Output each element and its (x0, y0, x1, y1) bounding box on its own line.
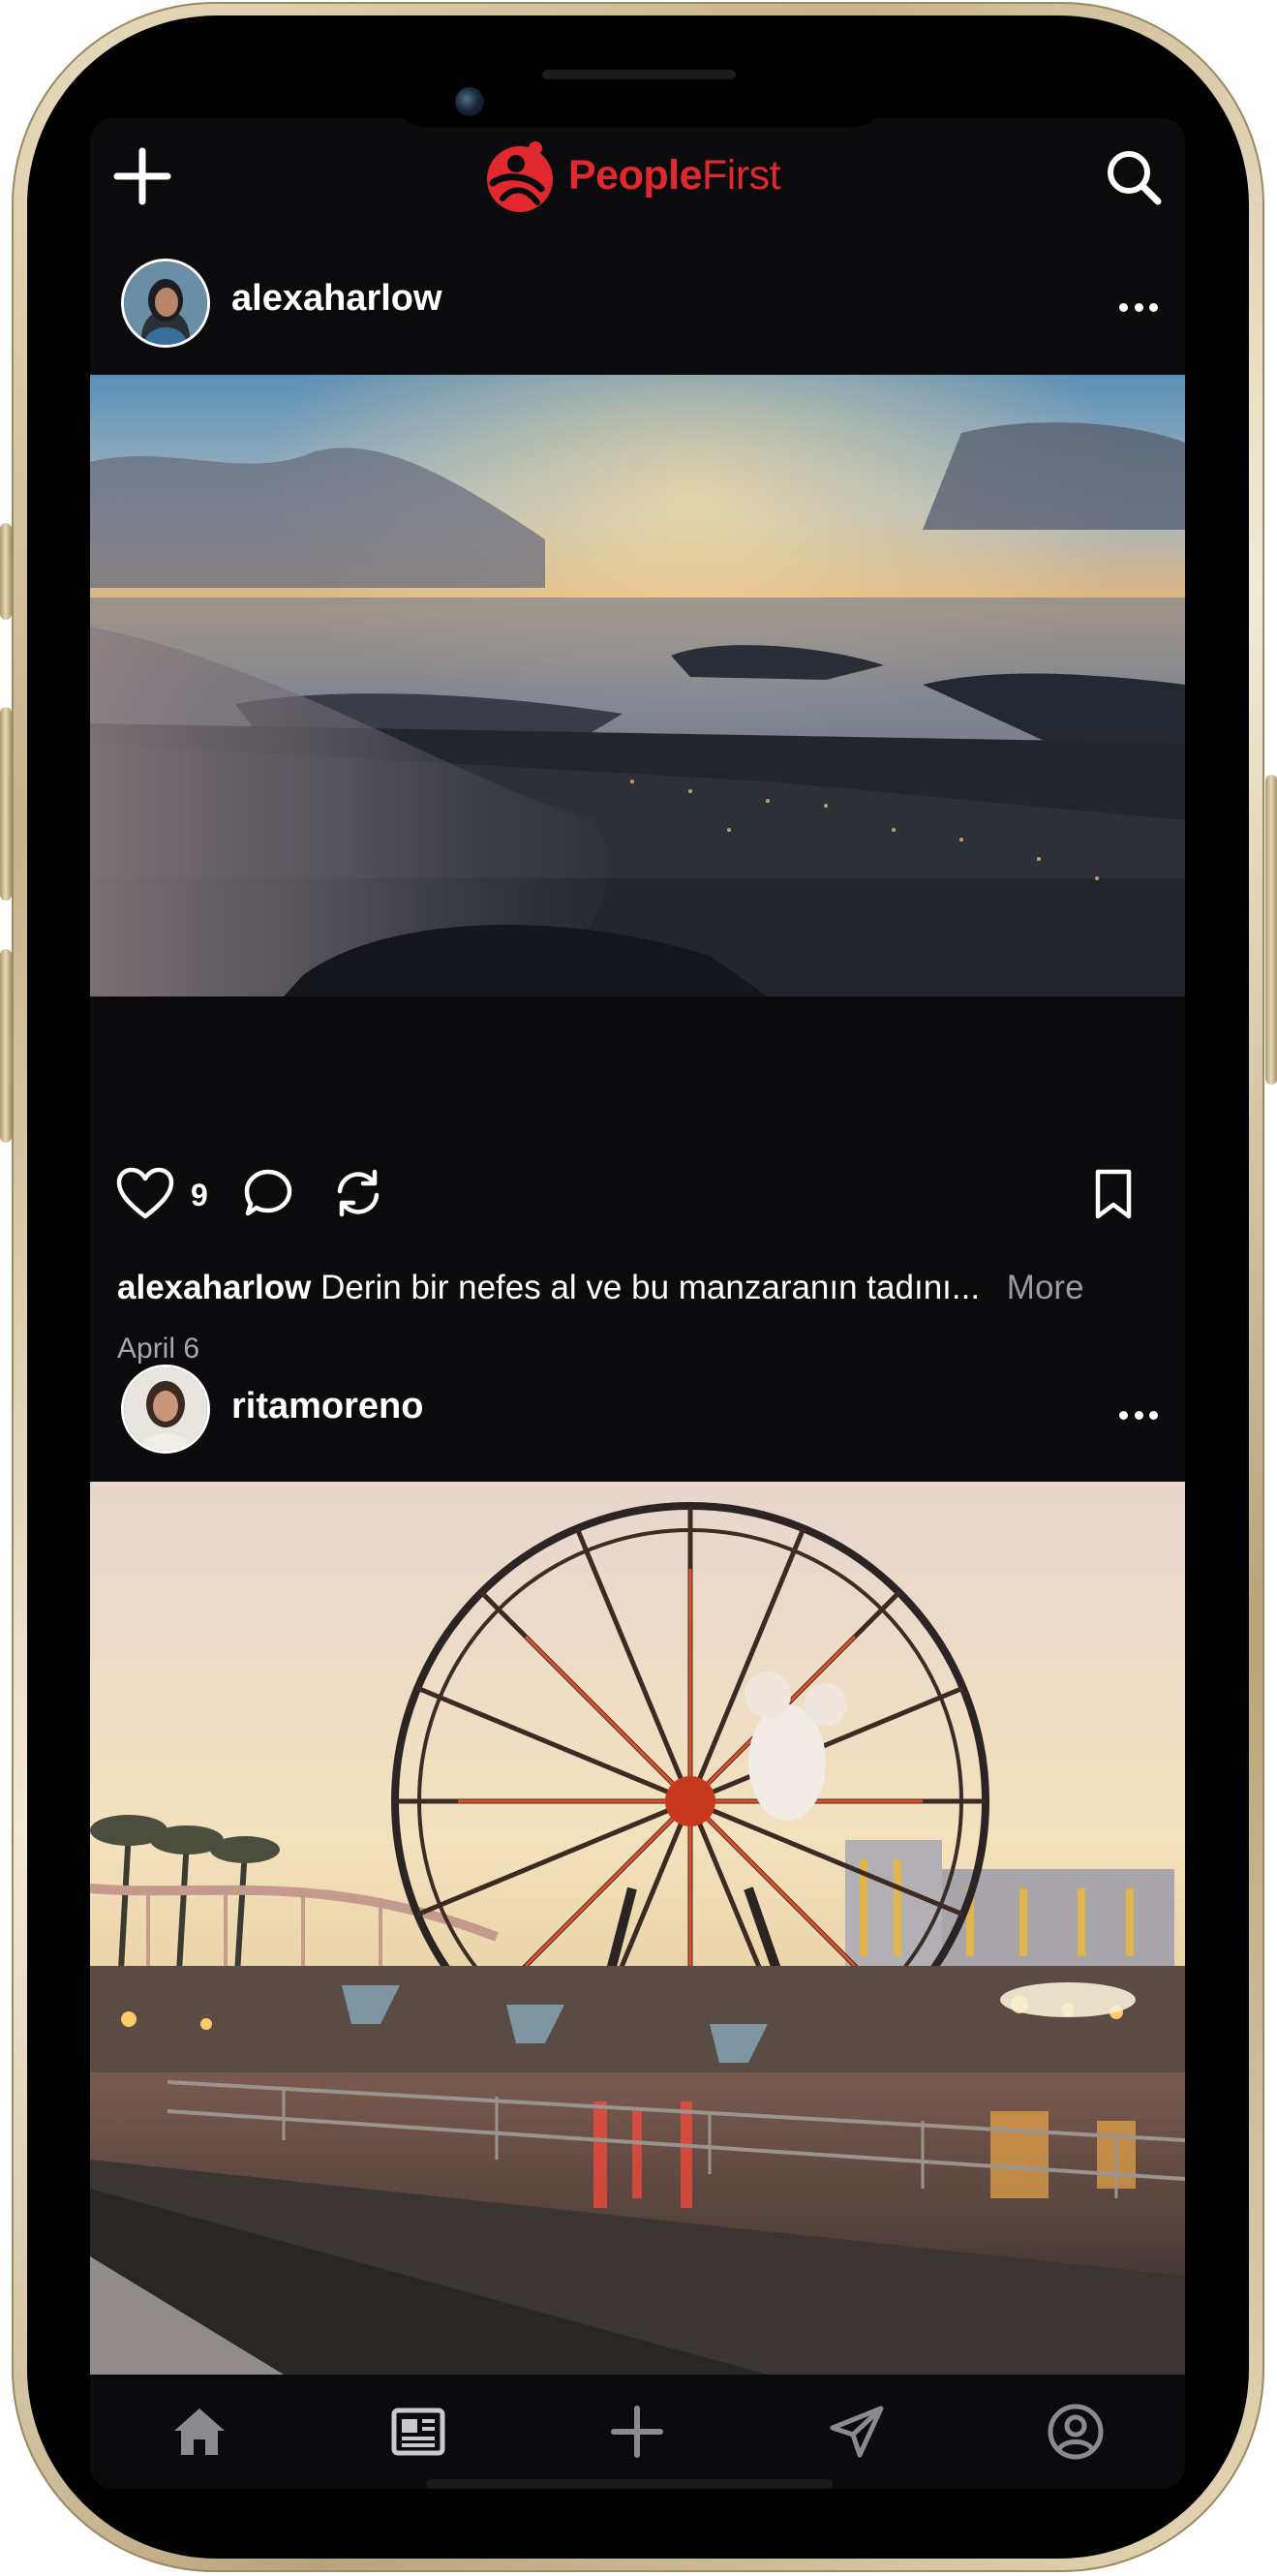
top-bar: PeopleFirst (90, 118, 1185, 244)
send-icon (830, 2406, 884, 2458)
caption-more-link[interactable]: More (1007, 1269, 1084, 1306)
plus-icon[interactable] (111, 145, 173, 207)
app-logo[interactable]: PeopleFirst (479, 132, 781, 219)
caption-text: Derin bir nefes al ve bu manzaranın tadı… (320, 1269, 981, 1306)
app-screen: PeopleFirst alexaharlow 9 alexaharlow De… (90, 118, 1185, 2489)
post-image[interactable] (90, 1482, 1185, 2375)
tab-home[interactable] (166, 2398, 233, 2466)
tab-news[interactable] (384, 2398, 452, 2466)
bottom-tab-bar (90, 2375, 1185, 2489)
add-icon (611, 2406, 664, 2458)
news-icon (391, 2407, 445, 2456)
like-count: 9 (191, 1178, 208, 1212)
front-camera (455, 87, 484, 116)
repost-icon[interactable] (332, 1168, 384, 1218)
logo-text-first: First (702, 151, 781, 199)
home-icon (174, 2408, 226, 2455)
side-button-volume-down (0, 949, 12, 1143)
ferris-wheel-image (90, 1482, 1185, 2375)
side-button-volume-up (0, 707, 12, 901)
more-options-icon[interactable] (1119, 1411, 1158, 1421)
logo-mark-icon (487, 141, 553, 212)
side-button-mute (0, 523, 12, 620)
profile-icon (1048, 2404, 1104, 2460)
bookmark-icon[interactable] (1092, 1168, 1135, 1220)
tab-send[interactable] (823, 2398, 891, 2466)
more-options-icon[interactable] (1119, 303, 1158, 313)
logo-text-people: People (568, 151, 703, 199)
home-indicator (426, 2479, 833, 2489)
heart-icon[interactable] (115, 1166, 175, 1220)
avatar-image-alexaharlow (124, 261, 207, 345)
side-button-power (1265, 775, 1277, 1085)
logo-text: PeopleFirst (568, 151, 781, 199)
post-username[interactable]: alexaharlow (231, 278, 442, 320)
avatar[interactable] (121, 259, 210, 348)
aerial-sunset-image (90, 375, 1185, 997)
search-icon[interactable] (1100, 143, 1168, 211)
tab-add[interactable] (603, 2398, 671, 2466)
tab-profile[interactable] (1042, 2398, 1110, 2466)
caption-username[interactable]: alexaharlow (117, 1269, 311, 1306)
post-header: alexaharlow (90, 249, 1185, 365)
post-username[interactable]: ritamoreno (231, 1386, 423, 1427)
comment-icon[interactable] (243, 1168, 293, 1218)
avatar-image-ritamoreno (124, 1367, 207, 1451)
avatar[interactable] (121, 1365, 210, 1454)
post-header: ritamoreno (90, 1353, 1185, 1469)
post-caption: alexaharlow Derin bir nefes al ve bu man… (117, 1269, 1163, 1307)
post-image[interactable] (90, 375, 1185, 997)
